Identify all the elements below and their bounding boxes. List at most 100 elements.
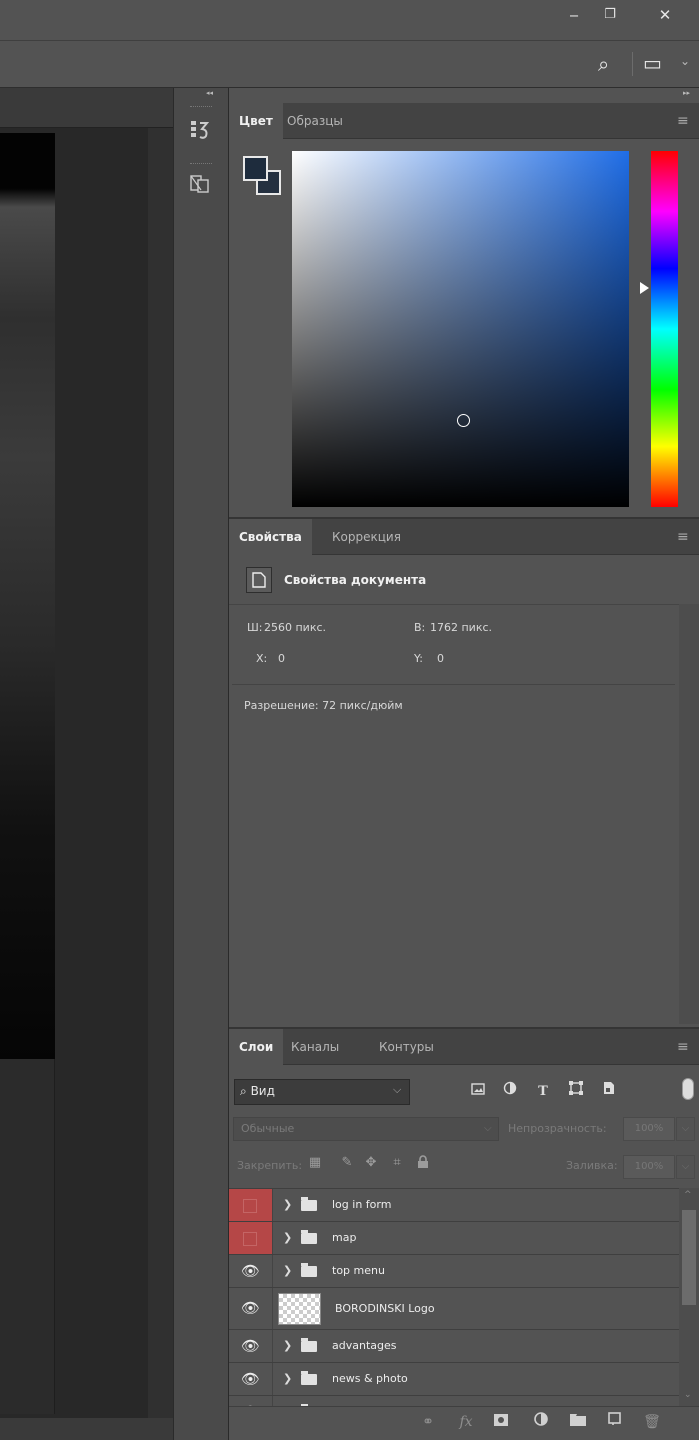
- tab-adjustments[interactable]: Коррекция: [322, 519, 411, 555]
- canvas-vertical-scrollbar[interactable]: [148, 128, 173, 1418]
- chevron-right-icon[interactable]: ❯: [283, 1255, 292, 1287]
- filter-toggle[interactable]: [682, 1078, 694, 1100]
- tab-layers[interactable]: Слои: [229, 1029, 284, 1066]
- type-filter-icon[interactable]: T: [533, 1081, 553, 1103]
- chevron-right-icon[interactable]: ❯: [283, 1189, 292, 1221]
- layers-scrollbar-thumb[interactable]: [682, 1210, 696, 1305]
- tab-swatches[interactable]: Образцы: [277, 103, 353, 139]
- lock-label: Закрепить:: [237, 1159, 303, 1172]
- restore-button[interactable]: ❐: [594, 2, 626, 28]
- chevron-right-icon[interactable]: ❯: [283, 1330, 292, 1362]
- blend-mode-select[interactable]: Обычные: [233, 1117, 499, 1141]
- layers-panel-tabs: Слои Каналы Контуры ≡: [229, 1029, 699, 1066]
- eye-icon[interactable]: 👁: [229, 1330, 273, 1362]
- y-value[interactable]: 0: [437, 651, 444, 667]
- color-saturation-field[interactable]: [292, 151, 629, 507]
- history-panel-icon[interactable]: [176, 118, 224, 154]
- properties-title: Свойства документа: [284, 573, 427, 587]
- hue-slider-marker[interactable]: [640, 282, 649, 294]
- group-icon[interactable]: [567, 1410, 589, 1434]
- dock-grip[interactable]: [190, 106, 212, 108]
- chevron-down-icon[interactable]: ⌵: [676, 1117, 695, 1141]
- link-icon[interactable]: ⚭: [417, 1410, 439, 1434]
- opacity-input[interactable]: 100%: [623, 1117, 675, 1141]
- x-value[interactable]: 0: [278, 651, 285, 667]
- lock-image-pixels-icon[interactable]: ✎: [338, 1155, 356, 1170]
- foreground-color-swatch[interactable]: [243, 156, 268, 181]
- search-icon[interactable]: ⌕: [598, 52, 609, 76]
- chevron-right-icon[interactable]: ❯: [283, 1363, 292, 1395]
- shape-filter-icon[interactable]: [566, 1081, 586, 1103]
- smart-object-filter-icon[interactable]: [599, 1081, 619, 1103]
- eye-icon[interactable]: 👁: [229, 1255, 273, 1287]
- panel-menu-icon[interactable]: ≡: [677, 1029, 689, 1065]
- scroll-down-icon[interactable]: ⌄: [684, 1390, 692, 1400]
- visibility-toggle[interactable]: [229, 1189, 273, 1221]
- canvas-horizontal-scrollbar[interactable]: [0, 1418, 173, 1440]
- dock-grip[interactable]: [190, 163, 212, 165]
- lock-all-icon[interactable]: [414, 1155, 432, 1173]
- layer-name: news & photo: [332, 1372, 408, 1385]
- collapse-dock-icon[interactable]: ◂◂: [206, 89, 213, 97]
- layer-name: advantages: [332, 1339, 397, 1352]
- minimize-button[interactable]: ‒: [558, 2, 590, 28]
- close-button[interactable]: ✕: [645, 2, 685, 28]
- tab-channels[interactable]: Каналы: [281, 1029, 349, 1065]
- divider: [632, 52, 633, 76]
- chevron-right-icon[interactable]: ❯: [283, 1222, 292, 1254]
- chevron-right-icon[interactable]: ❯: [283, 1396, 292, 1406]
- tab-properties[interactable]: Свойства: [229, 519, 312, 556]
- adjustment-icon[interactable]: [530, 1410, 552, 1434]
- folder-icon: [301, 1197, 317, 1211]
- pixel-layer-filter-icon[interactable]: [468, 1081, 488, 1103]
- trash-icon[interactable]: 🗑: [641, 1410, 663, 1434]
- canvas-pasteboard: [0, 1059, 55, 1414]
- chevron-down-icon[interactable]: ⌵: [484, 1118, 492, 1140]
- properties-scrollbar[interactable]: [679, 604, 699, 1024]
- fx-icon[interactable]: fx: [455, 1410, 477, 1434]
- height-value[interactable]: 1762 пикс.: [430, 620, 492, 636]
- lock-transparency-icon[interactable]: ▦: [306, 1155, 324, 1170]
- visibility-toggle[interactable]: [229, 1222, 273, 1254]
- properties-panel: [229, 517, 699, 1027]
- panel-menu-icon[interactable]: ≡: [677, 103, 689, 139]
- panel-menu-icon[interactable]: ≡: [677, 519, 689, 555]
- tab-color[interactable]: Цвет: [229, 103, 283, 140]
- tab-paths[interactable]: Контуры: [369, 1029, 444, 1065]
- fill-input[interactable]: 100%: [623, 1155, 675, 1179]
- layer-row[interactable]: 👁 ❯ top menu: [229, 1255, 679, 1288]
- chevron-down-icon[interactable]: ⌵: [676, 1155, 695, 1179]
- mask-icon[interactable]: [490, 1410, 512, 1434]
- color-panel-tabs: Цвет Образцы ≡: [229, 103, 699, 140]
- scroll-up-icon[interactable]: ^: [684, 1190, 692, 1200]
- properties-panel-icon[interactable]: [176, 172, 224, 208]
- height-label: В:: [414, 621, 426, 634]
- lock-position-icon[interactable]: ✥: [362, 1155, 380, 1170]
- chevron-down-icon[interactable]: ⌵: [393, 1083, 401, 1097]
- eye-icon[interactable]: 👁: [229, 1396, 273, 1406]
- layer-row[interactable]: 👁 ❯ news & photo: [229, 1363, 679, 1396]
- new-layer-icon[interactable]: [604, 1410, 626, 1434]
- layer-row[interactable]: 👁 ❯ f t: [229, 1396, 679, 1406]
- layer-row[interactable]: ❯ map: [229, 1222, 679, 1255]
- lock-artboard-icon[interactable]: ⌗: [388, 1155, 406, 1170]
- workspace-icon[interactable]: ▭: [643, 51, 662, 75]
- y-label: Y:: [414, 652, 423, 665]
- canvas-image[interactable]: [0, 133, 55, 1059]
- collapse-panels-icon[interactable]: ▸▸: [683, 89, 690, 97]
- layer-row[interactable]: 👁 BORODINSKI Logo: [229, 1288, 679, 1330]
- color-picker-cursor[interactable]: [457, 414, 470, 427]
- width-value[interactable]: 2560 пикс.: [264, 620, 326, 636]
- eye-icon[interactable]: 👁: [229, 1288, 273, 1329]
- layer-name: top menu: [332, 1264, 385, 1277]
- document-icon: [246, 567, 272, 593]
- search-icon: ⌕: [240, 1084, 247, 1098]
- layer-row[interactable]: 👁 ❯ advantages: [229, 1330, 679, 1363]
- adjustment-filter-icon[interactable]: [500, 1081, 520, 1103]
- folder-icon: [301, 1263, 317, 1277]
- layer-row[interactable]: ❯ log in form: [229, 1189, 679, 1222]
- hue-slider[interactable]: [651, 151, 678, 507]
- workspace-chevron-icon[interactable]: ⌄: [680, 54, 690, 68]
- eye-icon[interactable]: 👁: [229, 1363, 273, 1395]
- layer-name: log in form: [332, 1198, 392, 1211]
